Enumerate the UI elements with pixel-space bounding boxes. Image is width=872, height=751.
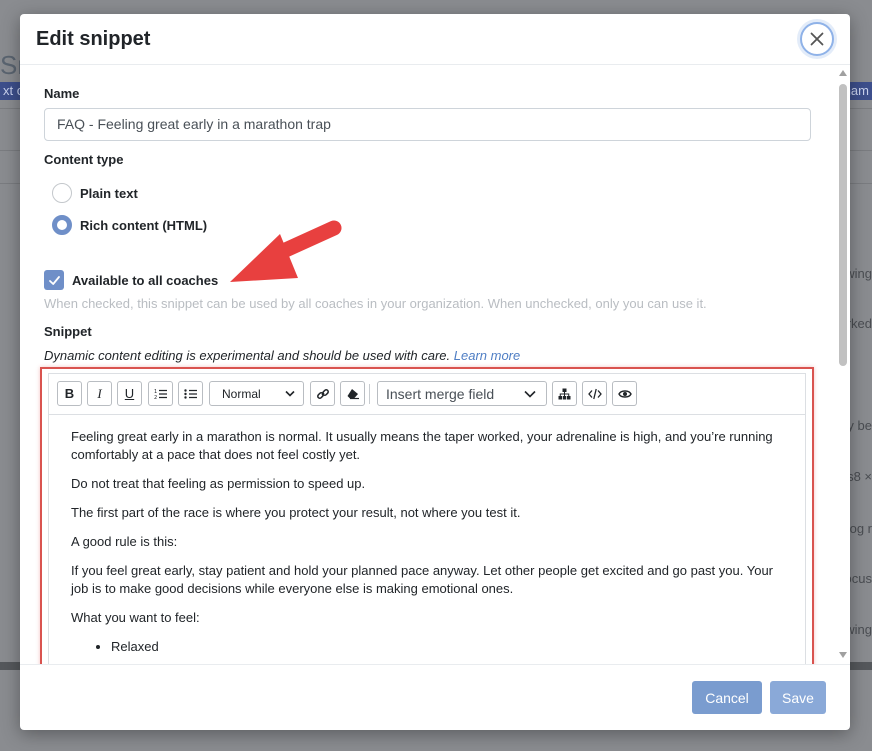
close-icon	[810, 32, 824, 46]
underline-button[interactable]: U	[117, 381, 142, 406]
editor-toolbar: B I U 12 Normal Insert merge field	[49, 374, 805, 415]
clear-format-button[interactable]	[340, 381, 365, 406]
snippet-note: Dynamic content editing is experimental …	[44, 348, 520, 363]
ordered-list-button[interactable]: 12	[148, 381, 173, 406]
eye-icon	[617, 389, 632, 398]
modal-body: Name FAQ - Feeling great early in a mara…	[20, 66, 836, 664]
bold-button[interactable]: B	[57, 381, 82, 406]
scroll-down-icon[interactable]	[839, 652, 847, 658]
svg-text:2: 2	[154, 395, 157, 400]
sitemap-icon	[558, 388, 571, 399]
editor-content[interactable]: Feeling great early in a marathon is nor…	[49, 416, 805, 656]
name-input[interactable]: FAQ - Feeling great early in a marathon …	[44, 108, 811, 141]
close-button[interactable]	[800, 22, 834, 56]
save-button[interactable]: Save	[770, 681, 826, 714]
radio-button[interactable]	[52, 183, 72, 203]
link-icon	[316, 388, 329, 399]
editor-paragraph: A good rule is this:	[71, 534, 178, 549]
merge-field-placeholder: Insert merge field	[386, 385, 495, 402]
snippet-label: Snippet	[44, 324, 92, 339]
radio-plain-text[interactable]: Plain text	[52, 183, 138, 203]
preview-button[interactable]	[612, 381, 637, 406]
editor-paragraph: The first part of the race is where you …	[71, 505, 521, 520]
bullet-list-button[interactable]	[178, 381, 203, 406]
editor-bullet-list: Relaxed	[111, 638, 783, 656]
editor-paragraph: Do not treat that feeling as permission …	[71, 476, 366, 491]
scroll-up-icon[interactable]	[839, 70, 847, 76]
available-to-all-coaches-checkbox[interactable]: Available to all coaches	[44, 270, 218, 290]
radio-button[interactable]	[52, 215, 72, 235]
text-format-select[interactable]: Normal	[209, 381, 304, 406]
text-format-value: Normal	[222, 386, 261, 401]
editor-paragraph: What you want to feel:	[71, 610, 200, 625]
modal-title: Edit snippet	[36, 28, 151, 50]
radio-label: Rich content (HTML)	[80, 217, 208, 233]
content-type-label: Content type	[44, 152, 124, 167]
modal-scrollbar[interactable]	[836, 66, 850, 664]
name-label: Name	[44, 86, 80, 101]
checkbox-label: Available to all coaches	[72, 272, 219, 288]
editor-highlight-box: B I U 12 Normal Insert merge field Feeli…	[40, 367, 814, 664]
background-text: s8 ×	[847, 469, 872, 484]
background-text: rked	[846, 316, 872, 331]
ordered-list-icon: 12	[154, 389, 167, 400]
rich-text-editor: B I U 12 Normal Insert merge field Feeli…	[48, 373, 806, 664]
italic-button[interactable]: I	[87, 381, 112, 406]
checkbox[interactable]	[44, 270, 64, 290]
modal-header: Edit snippet	[20, 14, 850, 65]
annotation-arrow-icon	[230, 220, 342, 282]
toolbar-divider	[369, 384, 370, 404]
insert-merge-field-select[interactable]: Insert merge field	[377, 381, 547, 406]
editor-paragraph: Feeling great early in a marathon is nor…	[71, 429, 773, 462]
checkmark-icon	[48, 275, 60, 285]
radio-label: Plain text	[80, 185, 138, 201]
learn-more-link[interactable]: Learn more	[454, 348, 520, 363]
bullet-list-icon	[183, 388, 197, 399]
list-item: Relaxed	[111, 638, 783, 656]
radio-rich-content[interactable]: Rich content (HTML)	[52, 215, 207, 235]
snippet-note-text: Dynamic content editing is experimental …	[44, 348, 451, 363]
dynamic-content-button[interactable]	[552, 381, 577, 406]
code-view-button[interactable]	[582, 381, 607, 406]
chevron-down-icon	[524, 390, 536, 398]
cancel-button[interactable]: Cancel	[692, 681, 762, 714]
background-text: og r	[849, 521, 872, 536]
background-text: y be	[847, 418, 872, 433]
modal-footer: Cancel Save	[20, 664, 850, 730]
link-button[interactable]	[310, 381, 335, 406]
eraser-icon	[347, 388, 359, 399]
edit-snippet-modal: Edit snippet Name FAQ - Feeling great ea…	[20, 14, 850, 730]
editor-paragraph: If you feel great early, stay patient an…	[71, 563, 773, 596]
checkbox-help-text: When checked, this snippet can be used b…	[44, 296, 707, 311]
scrollbar-thumb[interactable]	[839, 84, 847, 366]
chevron-down-icon	[285, 390, 295, 397]
code-icon	[587, 388, 602, 399]
